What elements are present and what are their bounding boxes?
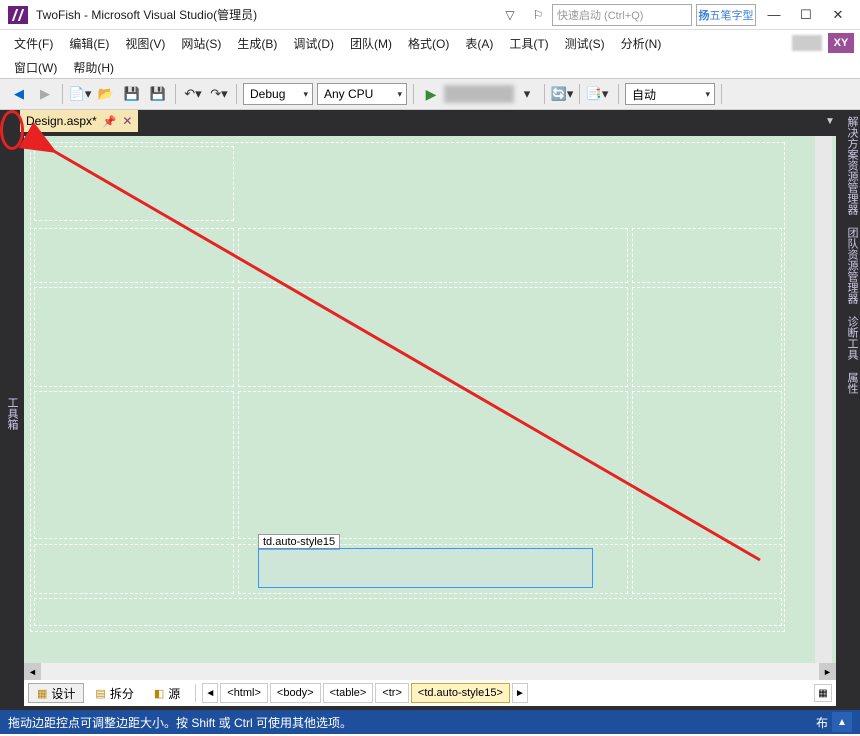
nav-back-button[interactable]: ◀ bbox=[7, 82, 31, 106]
ime-indicator[interactable]: 扬五笔字型 bbox=[696, 4, 756, 26]
menu-test[interactable]: 测试(S) bbox=[557, 32, 613, 55]
toolbox-tab[interactable]: 工具箱 bbox=[0, 110, 20, 710]
status-options-button[interactable]: ▲ bbox=[832, 712, 852, 732]
account-badge[interactable] bbox=[792, 35, 822, 51]
breadcrumb-table[interactable]: <table> bbox=[323, 683, 374, 703]
menu-help[interactable]: 帮助(H) bbox=[65, 56, 122, 79]
menu-website[interactable]: 网站(S) bbox=[173, 32, 229, 55]
window-title: TwoFish - Microsoft Visual Studio(管理员) bbox=[36, 6, 257, 23]
tab-overflow-button[interactable]: ▼ bbox=[820, 111, 840, 131]
save-button[interactable]: 💾 bbox=[120, 82, 144, 106]
status-message: 拖动边距控点可调整边距大小。按 Shift 或 Ctrl 可使用其他选项。 bbox=[8, 714, 352, 731]
breadcrumb-body[interactable]: <body> bbox=[270, 683, 321, 703]
quick-launch-input[interactable]: 快速启动 (Ctrl+Q) bbox=[552, 4, 692, 26]
annotation-circle bbox=[0, 110, 24, 150]
start-debug-button[interactable]: ▶ bbox=[419, 82, 443, 106]
selected-cell-outline[interactable] bbox=[258, 548, 593, 588]
diagnostic-tools-tab[interactable]: 诊断工具 bbox=[840, 310, 860, 366]
menu-format[interactable]: 格式(O) bbox=[400, 32, 457, 55]
start-dropdown-button[interactable]: ▾ bbox=[515, 82, 539, 106]
notifications-icon[interactable]: ▽ bbox=[500, 5, 520, 25]
menu-debug[interactable]: 调试(D) bbox=[285, 32, 342, 55]
source-view-icon: ◧ bbox=[154, 687, 164, 700]
split-view-icon: ▤ bbox=[95, 687, 105, 700]
menu-build[interactable]: 生成(B) bbox=[229, 32, 285, 55]
maximize-button[interactable]: ☐ bbox=[792, 5, 820, 25]
solution-explorer-tab[interactable]: 解决方案资源管理器 bbox=[840, 110, 860, 221]
user-avatar[interactable]: XY bbox=[828, 33, 854, 53]
browse-button[interactable]: 📑▾ bbox=[585, 82, 609, 106]
close-tab-icon[interactable]: ✕ bbox=[122, 114, 132, 128]
team-explorer-tab[interactable]: 团队资源管理器 bbox=[840, 221, 860, 310]
view-split-button[interactable]: ▤拆分 bbox=[86, 683, 142, 703]
view-source-button[interactable]: ◧源 bbox=[145, 683, 189, 703]
menu-window[interactable]: 窗口(W) bbox=[6, 56, 65, 79]
breadcrumb-html[interactable]: <html> bbox=[220, 683, 268, 703]
design-canvas[interactable]: td.auto-style15 bbox=[24, 136, 836, 663]
save-all-button[interactable]: 💾 bbox=[146, 82, 170, 106]
menu-tools[interactable]: 工具(T) bbox=[501, 32, 556, 55]
breadcrumb-prev-button[interactable]: ◄ bbox=[202, 683, 218, 703]
scroll-left-button[interactable]: ◄ bbox=[24, 663, 41, 680]
vs-logo-icon bbox=[8, 6, 28, 24]
new-project-button[interactable]: 📄▾ bbox=[68, 82, 92, 106]
undo-button[interactable]: ↶▾ bbox=[181, 82, 205, 106]
footer-options-button[interactable]: ▦ bbox=[814, 684, 832, 702]
minimize-button[interactable]: — bbox=[760, 5, 788, 25]
view-design-button[interactable]: ▦设计 bbox=[28, 683, 84, 703]
menu-team[interactable]: 团队(M) bbox=[342, 32, 400, 55]
nav-forward-button[interactable]: ▶ bbox=[33, 82, 57, 106]
redo-button[interactable]: ↷▾ bbox=[207, 82, 231, 106]
menu-file[interactable]: 文件(F) bbox=[6, 32, 61, 55]
breadcrumb-td[interactable]: <td.auto-style15> bbox=[411, 683, 510, 703]
scroll-right-button[interactable]: ► bbox=[819, 663, 836, 680]
run-mode-dropdown[interactable]: 自动 bbox=[625, 83, 715, 105]
breadcrumb-tr[interactable]: <tr> bbox=[375, 683, 409, 703]
browser-target-dropdown[interactable] bbox=[444, 85, 514, 103]
platform-dropdown[interactable]: Any CPU bbox=[317, 83, 407, 105]
document-tab-design[interactable]: Design.aspx* 📌 ✕ bbox=[20, 110, 138, 132]
close-button[interactable]: ✕ bbox=[824, 5, 852, 25]
vertical-scrollbar[interactable] bbox=[815, 136, 832, 663]
design-view-icon: ▦ bbox=[37, 687, 47, 700]
status-right-label: 布 bbox=[816, 714, 828, 731]
properties-tab[interactable]: 属性 bbox=[840, 366, 860, 400]
menu-view[interactable]: 视图(V) bbox=[117, 32, 173, 55]
menu-table[interactable]: 表(A) bbox=[457, 32, 501, 55]
menu-analyze[interactable]: 分析(N) bbox=[613, 32, 670, 55]
feedback-icon[interactable]: ⚐ bbox=[528, 5, 548, 25]
refresh-button[interactable]: 🔄▾ bbox=[550, 82, 574, 106]
menu-edit[interactable]: 编辑(E) bbox=[61, 32, 117, 55]
breadcrumb-next-button[interactable]: ► bbox=[512, 683, 528, 703]
tab-label: Design.aspx* bbox=[26, 114, 97, 128]
open-button[interactable]: 📂 bbox=[94, 82, 118, 106]
pin-icon[interactable]: 📌 bbox=[103, 115, 117, 128]
config-dropdown[interactable]: Debug bbox=[243, 83, 313, 105]
horizontal-scrollbar[interactable]: ◄ ► bbox=[24, 663, 836, 680]
